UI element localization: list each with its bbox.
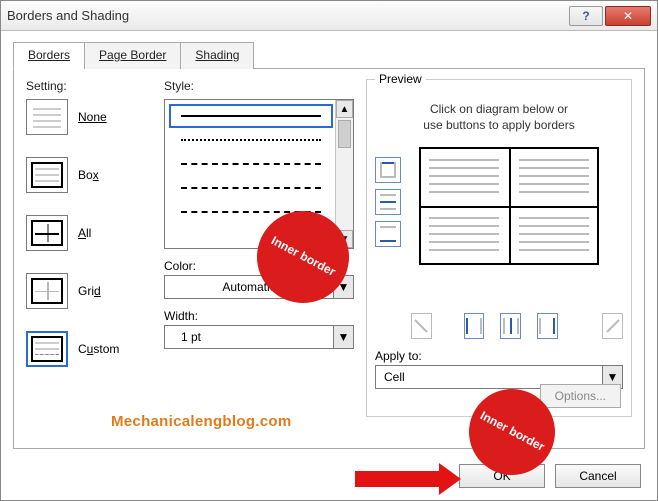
- color-combo[interactable]: Automatic ▼: [164, 275, 354, 299]
- border-inner-h-button[interactable]: [375, 189, 401, 215]
- style-heading: Style:: [164, 79, 354, 93]
- width-dropdown-icon[interactable]: ▼: [333, 326, 353, 348]
- help-button[interactable]: ?: [569, 6, 603, 26]
- width-label: Width:: [164, 309, 354, 323]
- border-right-button[interactable]: [537, 313, 558, 339]
- setting-custom-label: Custom: [78, 342, 119, 356]
- setting-grid-label: Grid: [78, 284, 101, 298]
- cancel-button[interactable]: Cancel: [555, 464, 641, 488]
- scroll-thumb[interactable]: [338, 120, 351, 148]
- border-bottom-button[interactable]: [375, 221, 401, 247]
- tab-page-border[interactable]: Page Border: [84, 42, 181, 69]
- scroll-up-icon[interactable]: ▲: [336, 100, 353, 118]
- style-column: Style: ▲ ▼ Color:: [164, 79, 354, 349]
- setting-none[interactable]: None: [26, 99, 146, 135]
- tab-borders[interactable]: Borders: [13, 42, 85, 69]
- apply-to-value: Cell: [376, 370, 602, 384]
- preview-bottom-buttons: [411, 313, 623, 339]
- help-icon: ?: [582, 9, 589, 23]
- setting-custom[interactable]: Custom: [26, 331, 146, 367]
- border-top-button[interactable]: [375, 157, 401, 183]
- titlebar: Borders and Shading ? ✕: [1, 1, 657, 31]
- preview-fieldset: Preview Click on diagram below oruse but…: [366, 79, 632, 417]
- apply-to-label: Apply to:: [375, 349, 623, 363]
- client-area: Borders Page Border Shading Setting: Non…: [1, 31, 657, 500]
- setting-all[interactable]: All: [26, 215, 146, 251]
- preview-diagram[interactable]: [419, 147, 599, 265]
- setting-none-icon: [26, 99, 68, 135]
- setting-grid[interactable]: Grid: [26, 273, 146, 309]
- style-solid[interactable]: [169, 104, 333, 128]
- close-button[interactable]: ✕: [605, 6, 651, 26]
- tab-strip: Borders Page Border Shading: [13, 41, 645, 69]
- setting-column: Setting: None Box: [26, 79, 146, 389]
- style-dotted[interactable]: [169, 128, 333, 152]
- style-scrollbar[interactable]: ▲ ▼: [335, 100, 353, 248]
- border-diag-up-button[interactable]: [602, 313, 623, 339]
- preview-hint: Click on diagram below oruse buttons to …: [375, 102, 623, 133]
- setting-none-label: None: [78, 110, 107, 124]
- tab-panel: Setting: None Box: [13, 69, 645, 449]
- border-inner-v-button[interactable]: [500, 313, 521, 339]
- color-dropdown-icon[interactable]: ▼: [333, 276, 353, 298]
- window-title: Borders and Shading: [7, 8, 567, 23]
- style-dashed-long[interactable]: [169, 176, 333, 200]
- setting-box[interactable]: Box: [26, 157, 146, 193]
- tab-shading[interactable]: Shading: [180, 42, 254, 69]
- setting-custom-icon: [26, 331, 68, 367]
- border-diag-down-button[interactable]: [411, 313, 432, 339]
- setting-box-label: Box: [78, 168, 99, 182]
- borders-shading-dialog: Borders and Shading ? ✕ Borders Page Bor…: [0, 0, 658, 501]
- dialog-buttons: OK Cancel: [459, 464, 641, 488]
- preview-column: Preview Click on diagram below oruse but…: [366, 79, 632, 417]
- width-value: 1 pt: [165, 330, 333, 344]
- color-label: Color:: [164, 259, 354, 273]
- scroll-down-icon[interactable]: ▼: [336, 230, 353, 248]
- setting-heading: Setting:: [26, 79, 146, 93]
- preview-legend: Preview: [375, 72, 426, 86]
- style-listbox[interactable]: ▲ ▼: [164, 99, 354, 249]
- setting-all-icon: [26, 215, 68, 251]
- style-dash-dot[interactable]: [169, 200, 333, 224]
- setting-all-label: All: [78, 226, 91, 240]
- close-icon: ✕: [623, 9, 633, 23]
- preview-left-buttons: [375, 157, 401, 247]
- border-left-button[interactable]: [464, 313, 485, 339]
- ok-button[interactable]: OK: [459, 464, 545, 488]
- preview-area: [375, 143, 623, 293]
- setting-box-icon: [26, 157, 68, 193]
- color-value: Automatic: [165, 280, 333, 294]
- width-combo[interactable]: 1 pt ▼: [164, 325, 354, 349]
- setting-grid-icon: [26, 273, 68, 309]
- options-button: Options...: [540, 384, 621, 408]
- style-dashed-short[interactable]: [169, 152, 333, 176]
